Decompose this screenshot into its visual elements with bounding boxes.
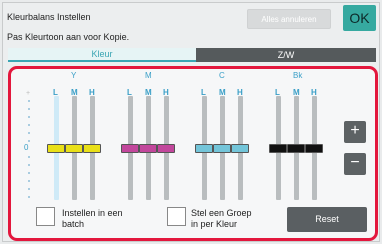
reset-button[interactable]: Reset (287, 207, 367, 232)
scale-plus-marker: + (26, 90, 31, 97)
group-per-color-checkbox[interactable] (167, 207, 186, 226)
slider-knob[interactable] (287, 144, 305, 153)
slider-knob[interactable] (269, 144, 287, 153)
scale-tick (28, 164, 30, 166)
slider-knob[interactable] (231, 144, 249, 153)
slider-knob[interactable] (139, 144, 157, 153)
scale-tick (28, 108, 30, 110)
scale-tick (28, 180, 30, 182)
tab-black-white[interactable]: Z/W (196, 48, 376, 62)
scale-tick (28, 196, 30, 198)
slider-knob[interactable] (157, 144, 175, 153)
batch-checkbox[interactable] (36, 207, 55, 226)
scale-tick (28, 132, 30, 134)
group-label: C (219, 71, 225, 80)
tab-color[interactable]: Kleur (8, 48, 196, 62)
scale-tick (28, 188, 30, 190)
slider-knob[interactable] (195, 144, 213, 153)
group-per-color-label: Stel een Groep in per Kleur (191, 208, 252, 229)
slider-knob[interactable] (213, 144, 231, 153)
slider-knob[interactable] (47, 144, 65, 153)
decrease-button[interactable]: − (344, 153, 366, 175)
increase-button[interactable]: + (344, 121, 366, 143)
group-label: Y (71, 71, 77, 80)
slider-knob[interactable] (65, 144, 83, 153)
slider-knob[interactable] (305, 144, 323, 153)
group-label: Bk (293, 71, 303, 80)
dialog-title: Kleurbalans Instellen (7, 12, 91, 22)
cancel-all-button[interactable]: Alles annuleren (247, 9, 331, 29)
ok-button[interactable]: OK (343, 5, 376, 31)
scale-tick (28, 140, 30, 142)
group-label: M (145, 71, 152, 80)
scale-tick (28, 172, 30, 174)
scale-tick (28, 124, 30, 126)
scale-tick (28, 156, 30, 158)
dialog-subtitle: Pas Kleurtoon aan voor Kopie. (7, 32, 130, 42)
scale-tick (28, 100, 30, 102)
slider-knob[interactable] (83, 144, 101, 153)
scale-tick (28, 116, 30, 118)
zero-label: 0 (24, 143, 29, 152)
slider-knob[interactable] (121, 144, 139, 153)
batch-label: Instellen in een batch (62, 208, 123, 229)
